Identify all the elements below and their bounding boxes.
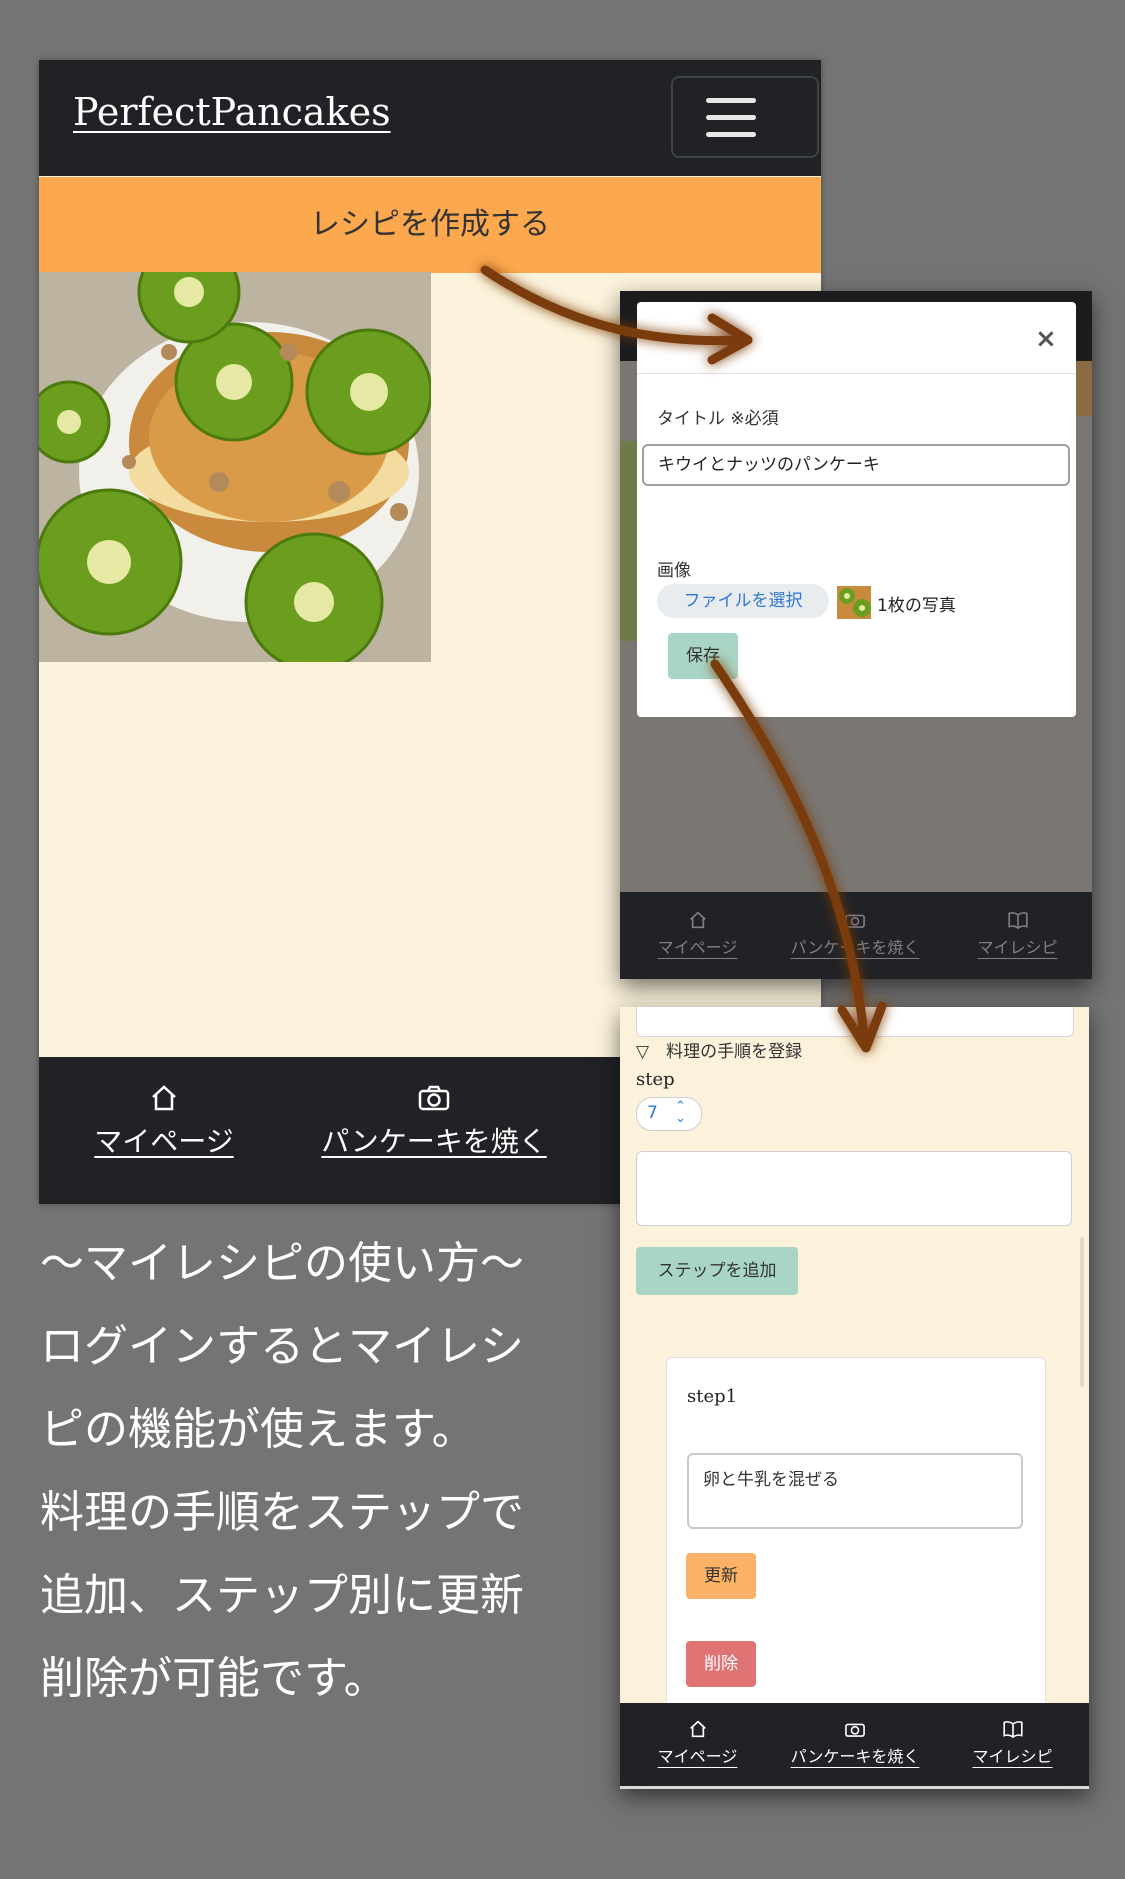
caption-line: ログインするとマイレシ — [40, 1321, 524, 1372]
camera-icon — [780, 910, 930, 934]
nav-myrecipe[interactable]: マイレシピ — [960, 910, 1075, 958]
home-icon — [640, 1719, 755, 1743]
step-number-value: 7 — [647, 1103, 658, 1123]
image-label: 画像 — [657, 561, 691, 581]
close-icon[interactable]: × — [1035, 324, 1057, 354]
nav-bake[interactable]: パンケーキを焼く — [319, 1083, 549, 1160]
nav-mypage-label: マイページ — [657, 938, 738, 957]
bottom-navbar: マイページ パンケーキを焼く マイレシピ — [620, 892, 1092, 979]
camera-icon — [780, 1719, 930, 1743]
menu-icon-bar — [706, 98, 756, 103]
book-icon — [955, 1719, 1070, 1743]
nav-bake-label: パンケーキを焼く — [790, 1747, 920, 1766]
caption-line: 料理の手順をステップで — [40, 1487, 524, 1538]
phone-screen-steps: ▽ 料理の手順を登録 step 7 ⌃ ⌄ ステップを追加 step1 卵と牛乳を… — [620, 1007, 1089, 1789]
nav-mypage-label: マイページ — [94, 1125, 234, 1158]
nav-mypage[interactable]: マイページ — [640, 910, 755, 958]
brand-link[interactable]: PerfectPancakes — [73, 90, 391, 134]
create-recipe-button[interactable]: レシピを作成する — [39, 177, 821, 273]
nav-myrecipe[interactable]: マイレシピ — [955, 1719, 1070, 1767]
step-card-title: step1 — [687, 1386, 738, 1407]
nav-mypage-label: マイページ — [657, 1747, 738, 1766]
create-recipe-modal: × タイトル ※必須 キウイとナッツのパンケーキ 画像 ファイルを選択 1枚の写… — [637, 302, 1076, 717]
caption-line: 削除が可能です。 — [40, 1653, 388, 1704]
menu-icon-bar — [706, 132, 756, 137]
nav-myrecipe-label: マイレシピ — [977, 938, 1058, 957]
nav-bake[interactable]: パンケーキを焼く — [780, 1719, 930, 1767]
camera-icon — [319, 1083, 549, 1120]
step-number-stepper[interactable]: 7 ⌃ ⌄ — [636, 1097, 702, 1131]
previous-field[interactable] — [636, 1007, 1074, 1037]
update-button[interactable]: 更新 — [686, 1553, 756, 1599]
scrollbar[interactable] — [1080, 1237, 1084, 1387]
photo-thumbnail — [837, 586, 871, 619]
hamburger-menu-button[interactable] — [671, 76, 819, 158]
modal-divider — [637, 373, 1076, 374]
step-text-input[interactable] — [636, 1151, 1072, 1226]
usage-caption: 〜マイレシピの使い方〜 ログインするとマイレシ ピの機能が使えます。 料理の手順… — [40, 1222, 600, 1720]
caption-line: 追加、ステップ別に更新 — [40, 1570, 524, 1621]
caption-line: ピの機能が使えます。 — [40, 1404, 476, 1455]
delete-button[interactable]: 削除 — [686, 1641, 756, 1687]
phone-screen-create-modal: × タイトル ※必須 キウイとナッツのパンケーキ 画像 ファイルを選択 1枚の写… — [620, 291, 1092, 979]
bottom-navbar: マイページ パンケーキを焼く マイレシピ — [620, 1703, 1089, 1789]
nav-bake-label: パンケーキを焼く — [321, 1125, 547, 1158]
nav-bake-label: パンケーキを焼く — [790, 938, 920, 957]
nav-mypage[interactable]: マイページ — [640, 1719, 755, 1767]
book-icon — [960, 910, 1075, 934]
home-icon — [89, 1083, 239, 1120]
nav-myrecipe-label: マイレシピ — [972, 1747, 1053, 1766]
nav-bake[interactable]: パンケーキを焼く — [780, 910, 930, 958]
add-step-button[interactable]: ステップを追加 — [636, 1247, 798, 1295]
title-label: タイトル ※必須 — [657, 409, 779, 429]
file-count-text: 1枚の写真 — [877, 596, 956, 616]
home-icon — [640, 910, 755, 934]
step-label: step — [636, 1069, 675, 1090]
save-button[interactable]: 保存 — [668, 633, 738, 679]
top-navbar: PerfectPancakes — [39, 60, 821, 176]
caption-line: 〜マイレシピの使い方〜 — [40, 1238, 524, 1289]
choose-file-button[interactable]: ファイルを選択 — [657, 584, 829, 618]
title-input[interactable]: キウイとナッツのパンケーキ — [642, 444, 1070, 486]
menu-icon-bar — [706, 115, 756, 120]
stepper-arrows-icon[interactable]: ⌃ ⌄ — [675, 1100, 686, 1125]
steps-summary-toggle[interactable]: ▽ 料理の手順を登録 — [636, 1037, 802, 1062]
step-card-text-input[interactable]: 卵と牛乳を混ぜる — [687, 1453, 1023, 1529]
nav-mypage[interactable]: マイページ — [89, 1083, 239, 1160]
pancake-photo — [39, 272, 431, 662]
